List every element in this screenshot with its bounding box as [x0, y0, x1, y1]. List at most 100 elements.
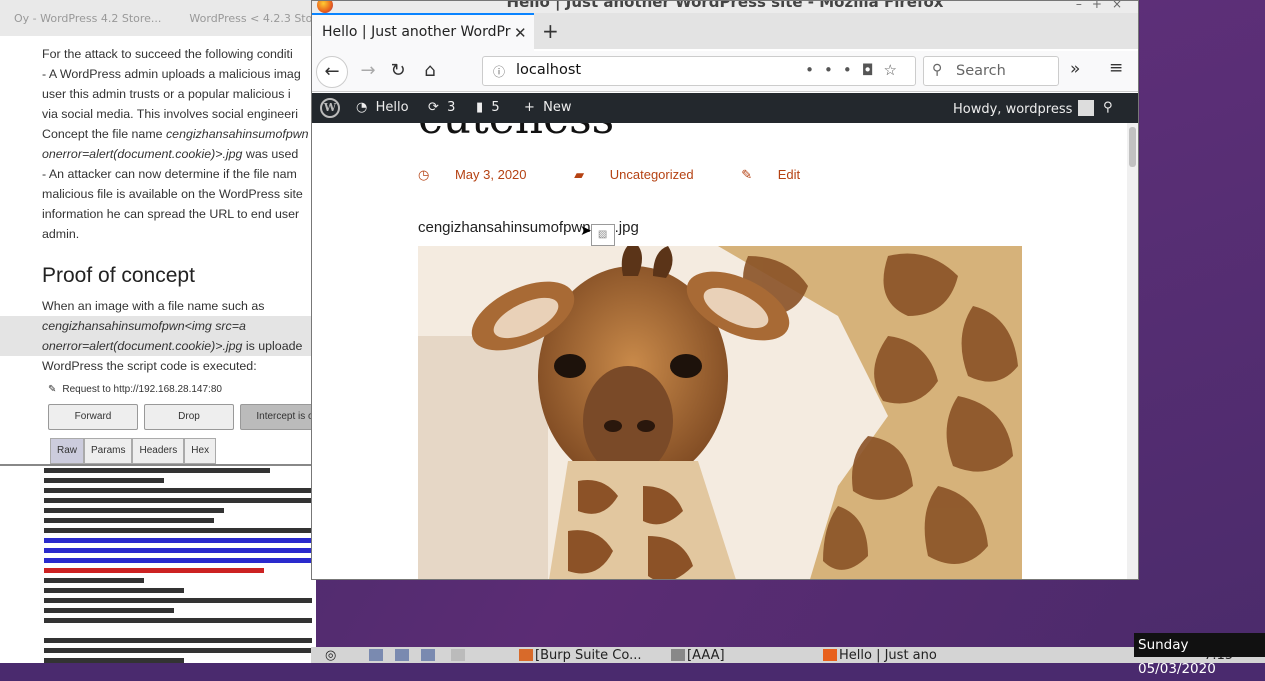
minimize-icon[interactable]: – [1076, 1, 1092, 11]
window-controls: –+× [1076, 1, 1132, 11]
howdy-text: Howdy, wordpress [953, 102, 1073, 117]
dashboard-icon: ◔ [356, 100, 368, 115]
forward-button: Forward [48, 404, 138, 430]
taskbar-item-firefox[interactable]: Hello | Just ano [823, 648, 937, 663]
plus-icon: + [524, 100, 535, 115]
taskbar-launcher-icon[interactable] [395, 648, 411, 663]
image-filename-caption: cengizhansahinsumofpwn ▧ .jpg [418, 219, 639, 246]
taskbar-item-label: Hello | Just ano [839, 648, 937, 663]
tab-hello[interactable]: Hello | Just another WordPr ✕ [312, 13, 534, 51]
section-heading: Proof of concept [42, 264, 195, 287]
text-line: For the attack to succeed the following … [42, 47, 293, 61]
post-meta: ◷ May 3, 2020 ▰ Uncategorized ✎ Edit [418, 167, 844, 183]
search-icon: ⚲ [932, 62, 943, 78]
taskbar-launcher-icon[interactable] [451, 648, 467, 663]
taskbar-item-label: [Burp Suite Co... [535, 648, 642, 663]
poc-paragraph: When an image with a file name such as c… [0, 296, 316, 376]
admin-comments[interactable]: ▮ 5 [476, 100, 500, 115]
caption-suffix: .jpg [614, 219, 639, 236]
highlighted-line: cengizhansahinsumofpwn<img src=a [0, 316, 316, 336]
filename-text: onerror=alert(document.cookie)>.jpg [42, 147, 243, 161]
url-text[interactable]: localhost [516, 62, 581, 78]
new-tab-button[interactable]: + [542, 19, 559, 43]
mouse-cursor: ➤ [580, 223, 592, 239]
admin-account[interactable]: Howdy, wordpress [953, 100, 1095, 117]
taskbar-item-terminal[interactable]: [AAA] [671, 648, 725, 663]
broken-image-icon: ▧ [590, 224, 615, 246]
text-line: - An attacker can now determine if the f… [42, 167, 297, 181]
clock-icon: ◷ [418, 167, 430, 182]
url-bar[interactable]: ⓘ localhost •••◘☆ [482, 56, 916, 86]
background-tab[interactable]: Oy - WordPress 4.2 Store... [0, 0, 175, 36]
taskbar-launcher-icon[interactable] [369, 648, 385, 663]
text-line: was used [242, 147, 299, 161]
search-box[interactable]: ⚲ Search [923, 56, 1059, 86]
burp-buttons: Forward Drop Intercept is o [48, 404, 316, 430]
reload-button[interactable]: ↻ [384, 59, 412, 83]
search-placeholder: Search [956, 63, 1006, 79]
home-button[interactable]: ⌂ [416, 59, 444, 83]
text-line: user this admin trusts or a popular mali… [42, 87, 291, 101]
post-edit-link[interactable]: ✎ Edit [741, 167, 822, 182]
intercept-button: Intercept is o [240, 404, 316, 430]
pocket-icon[interactable]: ◘ [862, 61, 884, 79]
post-edit-text: Edit [777, 167, 801, 182]
burp-tab-headers: Headers [132, 438, 185, 464]
admin-updates[interactable]: ⟳ 3 [428, 100, 455, 115]
admin-search-icon[interactable]: ⚲ [1103, 100, 1113, 115]
text-line: is uploade [242, 339, 303, 353]
tab-title: Hello | Just another WordPr [322, 24, 511, 40]
post-date[interactable]: ◷ May 3, 2020 [418, 167, 549, 182]
hamburger-menu-icon[interactable]: ≡ [1109, 58, 1123, 78]
text-line: admin. [42, 227, 80, 241]
forward-button[interactable]: → [354, 59, 382, 83]
burp-tab-raw: Raw [50, 438, 85, 464]
post-title[interactable]: cuteness [418, 123, 614, 144]
taskbar-launcher-icon[interactable] [421, 648, 437, 663]
background-tab[interactable]: WordPress < 4.2.3 Stor... [175, 0, 316, 36]
drop-button: Drop [144, 404, 234, 430]
maximize-icon[interactable]: + [1092, 1, 1112, 11]
text-line: malicious file is available on the WordP… [42, 187, 303, 201]
tab-close-icon[interactable]: ✕ [514, 24, 527, 42]
close-icon[interactable]: × [1112, 1, 1132, 11]
comments-count: 5 [491, 100, 500, 115]
scrollbar-thumb[interactable] [1129, 127, 1136, 167]
wordpress-logo-icon[interactable]: W [320, 98, 340, 118]
burp-icon [519, 649, 533, 661]
background-browser-window: Oy - WordPress 4.2 Store... WordPress < … [0, 0, 316, 663]
pencil-icon: ✎ [48, 384, 57, 395]
filename-text: onerror=alert(document.cookie)>.jpg [42, 339, 243, 353]
filename-text: cengizhansahinsumofpwn [165, 127, 309, 141]
admin-new[interactable]: + New [524, 100, 572, 115]
page-actions-icon[interactable]: ••• [805, 61, 862, 79]
raw-request-text-image [44, 468, 312, 663]
tabstrip: Hello | Just another WordPr ✕ + [312, 13, 1138, 51]
launcher-icon [451, 649, 465, 661]
page-scrollbar[interactable] [1127, 123, 1138, 579]
window-titlebar: Hello | Just another WordPress site - Mo… [312, 1, 1138, 13]
info-icon[interactable]: ⓘ [493, 63, 505, 80]
admin-site-menu[interactable]: ◔ Hello [356, 100, 409, 115]
post-category-text: Uncategorized [609, 167, 694, 182]
text-line: WordPress the script code is executed: [42, 359, 257, 373]
overflow-chevron-icon[interactable]: » [1070, 59, 1080, 79]
terminal-icon [671, 649, 685, 661]
page-content: cuteness ◷ May 3, 2020 ▰ Uncategorized ✎… [312, 123, 1128, 579]
navigation-toolbar: ← → ↻ ⌂ ⓘ localhost •••◘☆ ⚲ Search » ≡ [312, 51, 1138, 92]
burp-screenshot: ✎ Request to http://192.168.28.147:80 Fo… [0, 380, 316, 663]
caption-prefix: cengizhansahinsumofpwn [418, 219, 591, 236]
text-line: - A WordPress admin uploads a malicious … [42, 67, 301, 81]
back-button[interactable]: ← [316, 56, 348, 88]
taskbar-item-label: [AAA] [687, 648, 725, 663]
wp-admin-bar: W ◔ Hello ⟳ 3 ▮ 5 + New Howdy, wordpress… [312, 93, 1138, 123]
bookmark-star-icon[interactable]: ☆ [884, 61, 907, 79]
avatar [1078, 100, 1095, 116]
start-menu-icon[interactable]: ◎ [325, 648, 336, 663]
post-category[interactable]: ▰ Uncategorized [574, 167, 715, 182]
burp-request-row: ✎ Request to http://192.168.28.147:80 [48, 380, 316, 400]
burp-request-url: Request to http://192.168.28.147:80 [62, 384, 222, 395]
launcher-icon [421, 649, 435, 661]
taskbar-item-burp[interactable]: [Burp Suite Co... [519, 648, 642, 663]
text-line: information he can spread the URL to end… [42, 207, 300, 221]
